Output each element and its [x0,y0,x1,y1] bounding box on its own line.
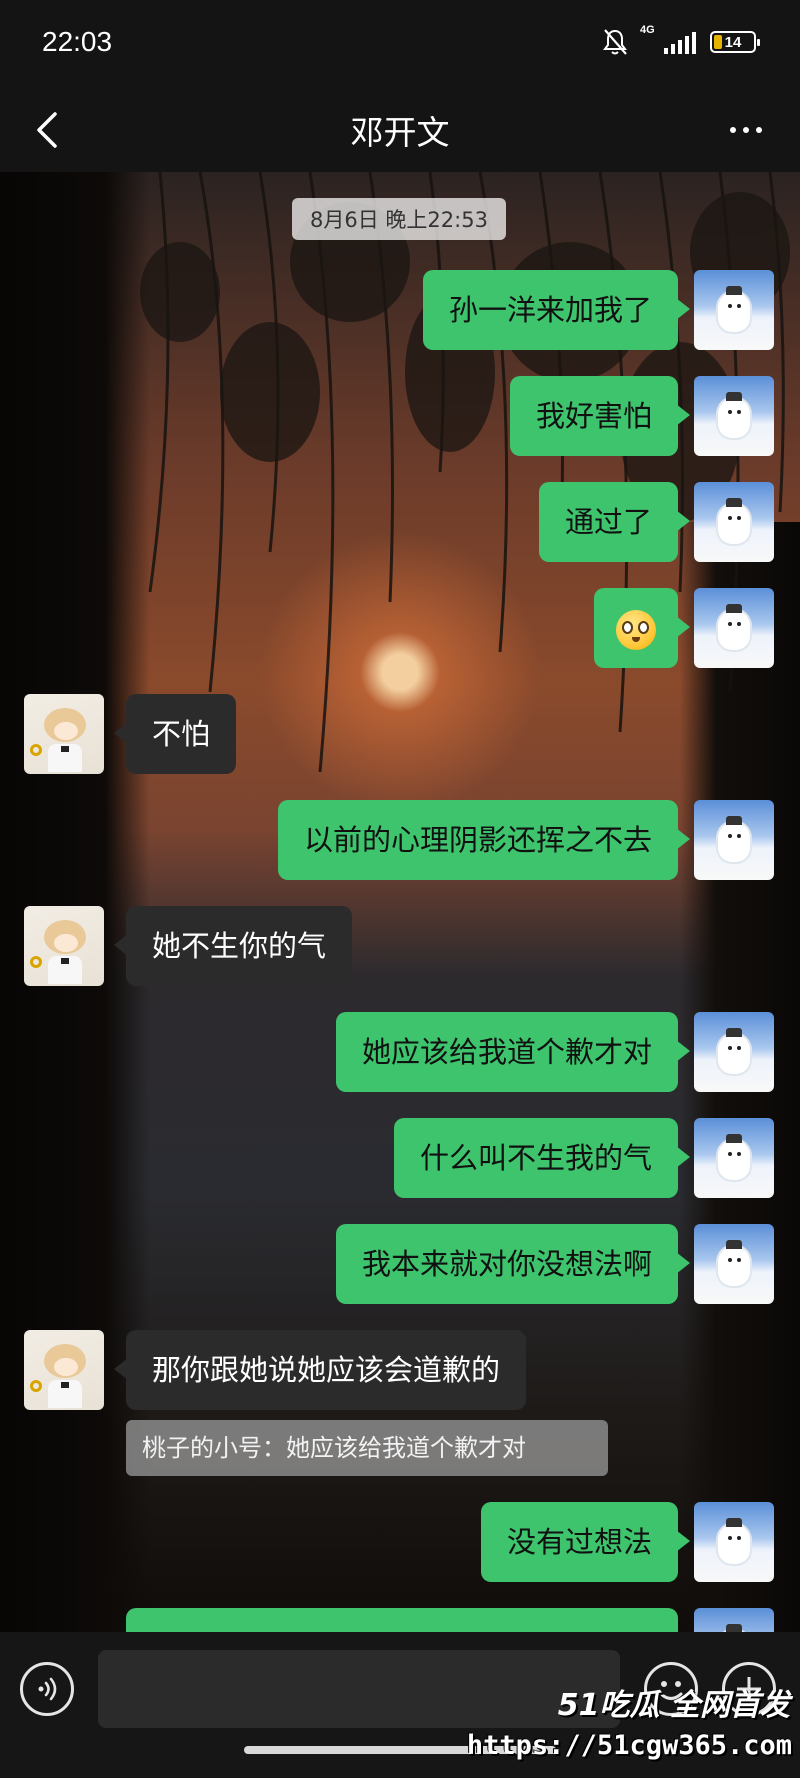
message-bubble-outgoing-emoji[interactable] [594,588,690,668]
message-bubble-outgoing[interactable]: 没有过想法 [480,1502,691,1582]
my-avatar[interactable] [694,376,774,456]
bell-muted-icon [603,29,627,55]
chat-title: 邓开文 [350,113,450,152]
message-bubble-incoming[interactable]: 那你跟她说她应该会道歉的 [113,1330,527,1410]
contact-avatar[interactable] [24,906,104,986]
my-avatar[interactable] [694,1608,774,1632]
battery-level: 14 [724,33,742,51]
my-avatar[interactable] [694,1118,774,1198]
my-avatar[interactable] [694,1224,774,1304]
my-avatar[interactable] [694,800,774,880]
my-avatar[interactable] [694,1502,774,1582]
network-type: 4G [640,24,655,36]
signal-icon: 4G [640,24,696,54]
message-bubble-outgoing[interactable]: 她应该给我道个歉才对 [335,1012,691,1092]
message-bubble-outgoing[interactable]: 通过了 [538,482,691,562]
timestamp-chip: 8月6日 晚上22:53 [292,198,506,240]
dot-icon [756,127,762,133]
status-icons: 4G 14 [602,24,760,56]
message-input[interactable] [98,1650,620,1728]
message-bubble-incoming[interactable]: 不怕 [113,694,237,774]
contact-avatar[interactable] [24,694,104,774]
watermark-logo: 51吃瓜 全网首发 [557,1688,790,1723]
battery-icon: 14 [710,31,760,53]
status-time: 22:03 [42,26,113,57]
message-bubble-outgoing[interactable]: 我好害怕 [509,376,691,456]
pleading-face-emoji-icon [616,610,656,650]
message-bubble-outgoing-partial[interactable] [126,1608,678,1632]
message-bubble-outgoing[interactable]: 我本来就对你没想法啊 [335,1224,691,1304]
message-bubble-outgoing[interactable]: 以前的心理阴影还挥之不去 [277,800,691,880]
status-bar: 22:03 4G 14 [0,0,800,90]
chat-scroll-area[interactable]: 8月6日 晚上22:53 孙一洋来加我了 我好害怕 通过了 不怕 以前的心理阴影… [0,172,800,1632]
quoted-reply[interactable]: 桃子的小号：她应该给我道个歉才对 [126,1420,608,1476]
my-avatar[interactable] [694,270,774,350]
message-bubble-outgoing[interactable]: 孙一洋来加我了 [422,270,691,350]
contact-avatar[interactable] [24,1330,104,1410]
voice-input-button[interactable] [20,1662,74,1716]
my-avatar[interactable] [694,482,774,562]
message-bubble-outgoing[interactable]: 什么叫不生我的气 [393,1118,691,1198]
message-bubble-incoming[interactable]: 她不生你的气 [113,906,353,986]
voice-icon [38,1677,57,1701]
background-tree-left [0,172,150,1632]
dot-icon [730,127,736,133]
my-avatar[interactable] [694,1012,774,1092]
watermark-url: https://51cgw365.com [466,1730,792,1761]
my-avatar[interactable] [694,588,774,668]
chat-header: 邓开文 [0,90,800,172]
dot-icon [743,127,749,133]
more-options-button[interactable] [722,110,770,150]
